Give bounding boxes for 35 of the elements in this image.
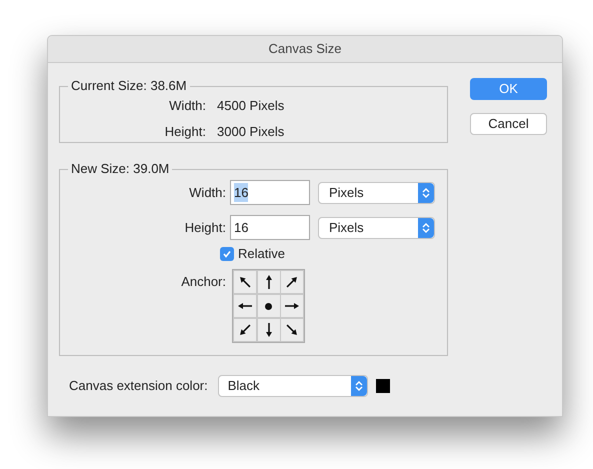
color-select[interactable]: Black xyxy=(218,375,368,397)
dialog-button[interactable]: Cancel xyxy=(470,113,547,135)
anchor-cell[interactable] xyxy=(280,318,304,342)
input-field[interactable]: 16 xyxy=(230,180,310,205)
anchor-cell[interactable] xyxy=(256,270,281,294)
stepper-icon xyxy=(350,376,367,396)
anchor-cell[interactable] xyxy=(280,294,304,318)
anchor-label: Anchor: xyxy=(180,273,226,291)
field-label: Width: xyxy=(168,97,206,116)
window-title: Canvas Size xyxy=(268,40,342,58)
color-swatch[interactable] xyxy=(376,379,390,393)
unit-select[interactable]: Pixels xyxy=(318,182,435,204)
arrow-icon xyxy=(264,321,273,339)
input-field[interactable]: 16 xyxy=(230,215,310,240)
field-value: 3000 Pixels xyxy=(217,123,284,142)
arrow-icon xyxy=(264,273,273,291)
arrow-icon xyxy=(236,302,254,310)
anchor-cell[interactable] xyxy=(233,294,257,318)
field-label: Canvas extension color: xyxy=(69,377,208,396)
anchor-cell[interactable] xyxy=(233,270,257,294)
arrow-icon xyxy=(283,302,302,310)
field-value: 4500 Pixels xyxy=(217,97,284,116)
field-label: Width: xyxy=(188,184,226,202)
field-label: Height: xyxy=(184,218,226,237)
anchor-cell[interactable] xyxy=(233,318,257,342)
anchor-cell[interactable] xyxy=(256,318,281,342)
stepper-icon xyxy=(418,218,434,238)
anchor-cell[interactable] xyxy=(256,294,281,318)
unit-select[interactable]: Pixels xyxy=(318,216,435,238)
checkbox[interactable] xyxy=(220,247,234,261)
field-label: Height: xyxy=(164,123,206,142)
anchor-cell[interactable] xyxy=(280,270,304,294)
stepper-icon xyxy=(418,182,434,202)
checkbox-label: Relative xyxy=(238,245,285,264)
check-icon xyxy=(222,249,232,259)
